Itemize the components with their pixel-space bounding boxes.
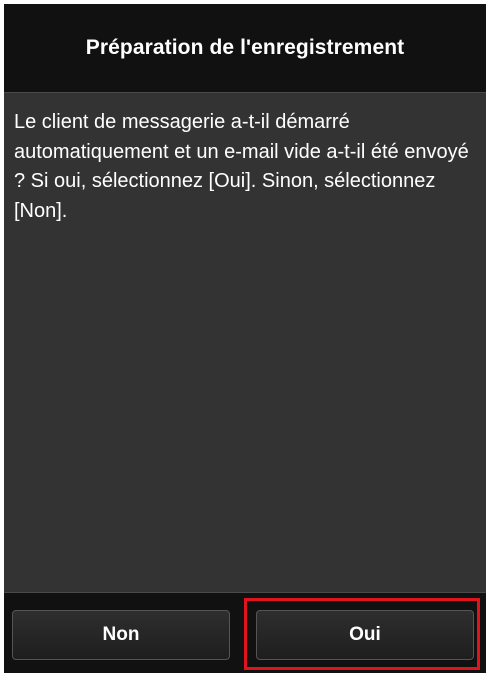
dialog-title: Préparation de l'enregistrement: [85, 36, 405, 59]
dialog-header: Préparation de l'enregistrement: [4, 4, 486, 93]
screen-frame: Préparation de l'enregistrement Le clien…: [0, 0, 490, 676]
yes-button[interactable]: Oui: [256, 610, 474, 660]
registration-dialog: Préparation de l'enregistrement Le clien…: [4, 4, 486, 673]
no-button[interactable]: Non: [12, 610, 230, 660]
dialog-footer: Non Oui: [4, 592, 486, 673]
dialog-message: Le client de messagerie a-t-il démarré a…: [14, 111, 469, 222]
